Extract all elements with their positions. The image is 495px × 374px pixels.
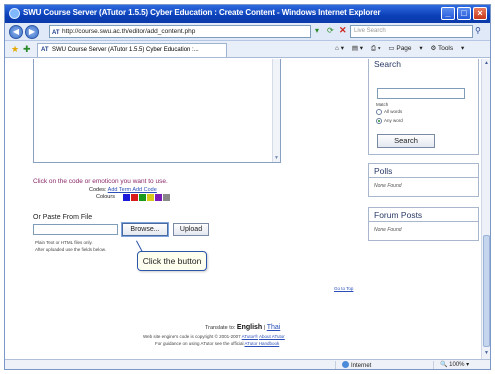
guidance-line: For guidance on using ATutor see the off… bbox=[155, 341, 279, 346]
stop-icon[interactable]: ✕ bbox=[339, 25, 347, 36]
scroll-down-icon[interactable]: ▼ bbox=[483, 350, 490, 357]
sidebar-search-button[interactable]: Search bbox=[377, 134, 435, 148]
translate-label: Translate to: bbox=[205, 325, 236, 331]
refresh-icon[interactable]: ⟳ bbox=[327, 26, 334, 35]
zoom-level[interactable]: 🔍 100% ▾ bbox=[440, 361, 469, 368]
colour-swatch-red[interactable] bbox=[131, 194, 138, 201]
search-panel-title: Search bbox=[374, 59, 401, 69]
lang-english: English bbox=[236, 324, 263, 331]
back-button[interactable]: ◀ bbox=[9, 25, 23, 39]
tools-menu-label: Tools bbox=[437, 45, 454, 52]
tab-bar: ★ ✚ AT SWU Course Server (ATutor 1.5.5) … bbox=[5, 41, 490, 58]
content-textarea[interactable]: ▼ bbox=[33, 59, 281, 163]
polls-title: Polls bbox=[374, 166, 393, 176]
file-path-input[interactable] bbox=[33, 224, 118, 235]
codes-links[interactable]: Add Term Add Code bbox=[108, 187, 157, 193]
after-upload-note: After uploaded use the fields below. bbox=[35, 247, 107, 252]
polls-divider bbox=[368, 177, 479, 178]
close-button[interactable]: × bbox=[473, 7, 487, 20]
sidebar-search-input[interactable] bbox=[377, 88, 465, 99]
zone-label: Internet bbox=[351, 363, 372, 369]
command-bar: ⌂ ▾ ▤ ▾ ⎙ ▾ ▭ Page ▾ ⚙ Tools ▾ bbox=[335, 44, 470, 53]
ie-logo-icon bbox=[9, 8, 20, 19]
paste-from-file-label: Or Paste From File bbox=[33, 214, 93, 221]
match-label: Match bbox=[376, 102, 389, 107]
radio-any-word[interactable] bbox=[376, 118, 382, 124]
tab-label: SWU Course Server (ATutor 1.5.5) Cyber E… bbox=[52, 47, 199, 53]
codes-label: Codes: bbox=[89, 187, 107, 193]
translate-row: Translate to: English | Thai bbox=[205, 324, 281, 331]
textarea-scrollbar[interactable]: ▼ bbox=[272, 59, 280, 162]
title-bar: SWU Course Server (ATutor 1.5.5) Cyber E… bbox=[5, 5, 490, 23]
status-bar: Internet 🔍 100% ▾ bbox=[5, 359, 490, 369]
atutor-favicon-icon: AT bbox=[41, 47, 49, 53]
globe-icon bbox=[342, 361, 349, 368]
zoom-value: 100% bbox=[449, 362, 465, 368]
colour-swatch-purple[interactable] bbox=[155, 194, 162, 201]
forward-button[interactable]: ▶ bbox=[25, 25, 39, 39]
forum-divider bbox=[368, 221, 479, 222]
favorites-star-icon[interactable]: ★ bbox=[11, 44, 19, 55]
address-toolbar: ◀ ▶ AT http://course.swu.ac.th/editor/ad… bbox=[5, 23, 490, 41]
scrollbar-thumb[interactable] bbox=[483, 235, 490, 347]
maximize-button[interactable]: □ bbox=[457, 7, 471, 20]
live-search-input[interactable]: Live Search bbox=[350, 25, 473, 38]
status-divider bbox=[335, 361, 336, 369]
about-atutor-link[interactable]: About ATutor bbox=[259, 334, 285, 339]
forum-posts-title: Forum Posts bbox=[374, 210, 423, 220]
browser-window: SWU Course Server (ATutor 1.5.5) Cyber E… bbox=[4, 4, 491, 370]
address-bar[interactable]: AT http://course.swu.ac.th/editor/add_co… bbox=[49, 25, 311, 38]
feeds-icon[interactable]: ▤ ▾ bbox=[352, 45, 363, 52]
radio-any-word-label: Any word bbox=[384, 118, 403, 123]
address-text: http://course.swu.ac.th/editor/add_conte… bbox=[62, 28, 196, 35]
status-divider bbox=[433, 361, 434, 369]
copyright-text: Web site engine's code is copyright © 20… bbox=[143, 334, 241, 339]
codes-row: Codes: Add Term Add Code bbox=[89, 187, 157, 193]
radio-all-words-label: All words bbox=[384, 109, 403, 114]
colour-swatch-green[interactable] bbox=[139, 194, 146, 201]
atutor-link[interactable]: ATutor® bbox=[242, 334, 258, 339]
window-title: SWU Course Server (ATutor 1.5.5) Cyber E… bbox=[23, 8, 381, 17]
scroll-up-icon[interactable]: ▲ bbox=[483, 60, 490, 67]
instruction-callout: Click the button bbox=[137, 251, 207, 271]
handbook-link[interactable]: ATutor Handbook bbox=[245, 341, 280, 346]
page-scrollbar[interactable]: ▲ ▼ bbox=[481, 59, 490, 359]
go-to-top-link[interactable]: Go to Top bbox=[334, 286, 353, 291]
colours-label: Colours bbox=[96, 194, 115, 200]
add-favorites-icon[interactable]: ✚ bbox=[23, 44, 31, 55]
print-icon[interactable]: ⎙ ▾ bbox=[371, 45, 381, 52]
polls-empty: None Found bbox=[374, 183, 402, 189]
emoticon-hint: Click on the code or emoticon you want t… bbox=[33, 178, 168, 185]
page-menu-label: Page bbox=[396, 45, 412, 52]
browser-tab[interactable]: AT SWU Course Server (ATutor 1.5.5) Cybe… bbox=[37, 43, 227, 57]
upload-button[interactable]: Upload bbox=[173, 223, 209, 236]
colour-swatch-yellow[interactable] bbox=[147, 194, 154, 201]
colour-swatch-blue[interactable] bbox=[123, 194, 130, 201]
lang-thai-link[interactable]: Thai bbox=[267, 324, 281, 331]
plain-text-note: Plain Text or HTML files only. bbox=[35, 240, 93, 245]
atutor-favicon-icon: AT bbox=[52, 30, 60, 36]
guidance-text: For guidance on using ATutor see the off… bbox=[155, 341, 244, 346]
minimize-button[interactable]: _ bbox=[441, 7, 455, 20]
tools-menu[interactable]: ⚙ Tools ▾ bbox=[430, 45, 464, 52]
forum-posts-empty: None Found bbox=[374, 227, 402, 233]
security-zone: Internet bbox=[342, 361, 371, 369]
go-arrow-icon[interactable]: ▾ bbox=[315, 26, 319, 35]
browse-button[interactable]: Browse... bbox=[121, 222, 169, 237]
home-icon[interactable]: ⌂ ▾ bbox=[335, 45, 344, 52]
search-icon[interactable]: ⚲ bbox=[475, 26, 481, 35]
copyright-line: Web site engine's code is copyright © 20… bbox=[143, 334, 285, 339]
colour-swatch-gray[interactable] bbox=[163, 194, 170, 201]
page-menu[interactable]: ▭ Page ▾ bbox=[388, 45, 422, 52]
radio-all-words[interactable] bbox=[376, 109, 382, 115]
page-content: ▼ Click on the code or emoticon you want… bbox=[5, 59, 481, 359]
